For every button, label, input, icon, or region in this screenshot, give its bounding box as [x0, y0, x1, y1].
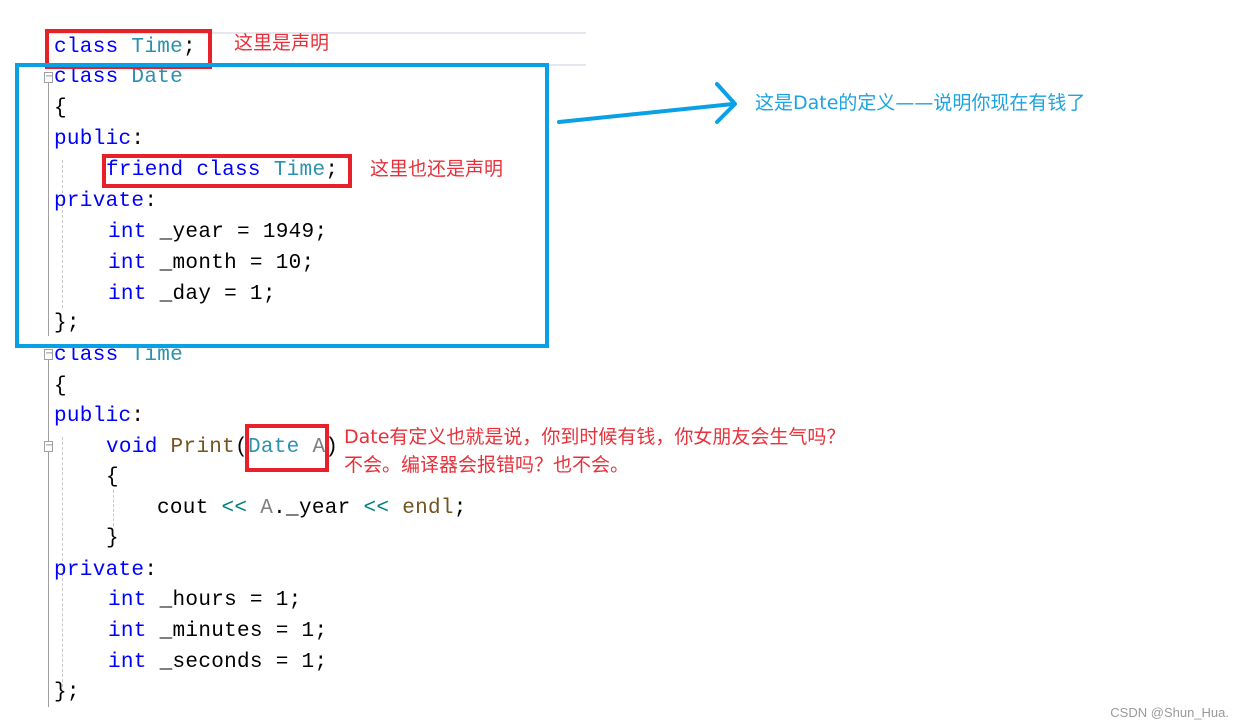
fold-toggle-icon[interactable]: − — [44, 441, 53, 452]
definition-highlight-box — [15, 63, 549, 348]
punct: }; — [54, 681, 80, 704]
keyword: private — [54, 559, 145, 582]
code-editor: − − − class Time; class Date { public: f… — [0, 0, 1243, 728]
keyword: int — [108, 620, 147, 643]
keyword: void — [106, 436, 158, 459]
indent-guide — [113, 490, 114, 526]
friend-declaration-note: 这里也还是声明 — [370, 158, 504, 180]
code-line: private: — [54, 555, 157, 586]
code-line: int _seconds = 1; — [108, 647, 327, 678]
code-line: { — [106, 462, 119, 493]
code-line: { — [54, 371, 67, 402]
member-decl: _seconds = 1; — [146, 651, 328, 674]
watermark: CSDN @Shun_Hua. — [1110, 705, 1229, 720]
member-decl: _minutes = 1; — [146, 620, 328, 643]
usage-note-line1: Date有定义也就是说，你到时候有钱，你女朋友会生气吗？ — [344, 426, 846, 448]
code-line: public: — [54, 401, 144, 432]
code-line: cout << A._year << endl; — [157, 493, 467, 524]
punct: { — [106, 466, 119, 489]
outline-gutter — [48, 355, 49, 707]
param-highlight-box — [245, 424, 329, 472]
operator: << — [363, 497, 390, 520]
friend-highlight-box — [102, 154, 352, 188]
code-line: } — [106, 523, 119, 554]
punct: { — [54, 375, 67, 398]
operator: << — [221, 497, 248, 520]
code-line: }; — [54, 677, 80, 708]
identifier: endl — [402, 497, 454, 520]
punct: : — [131, 405, 145, 428]
param-name: A — [260, 497, 274, 520]
punct: } — [106, 527, 119, 550]
keyword: int — [108, 589, 147, 612]
keyword: public — [54, 405, 132, 428]
punct: : — [144, 559, 158, 582]
declaration-note: 这里是声明 — [234, 32, 330, 54]
function-name: Print — [170, 436, 236, 459]
member-access: ._year — [273, 497, 351, 520]
arrow-icon — [557, 82, 737, 124]
usage-note-line2: 不会。编译器会报错吗？也不会。 — [344, 454, 630, 476]
definition-note: 这是Date的定义——说明你现在有钱了 — [755, 92, 1086, 114]
fold-toggle-icon[interactable]: − — [44, 349, 53, 360]
identifier: cout — [157, 497, 209, 520]
punct: ; — [453, 497, 467, 520]
keyword: int — [108, 651, 147, 674]
member-decl: _hours = 1; — [146, 589, 302, 612]
code-line: int _hours = 1; — [108, 585, 302, 616]
code-line: int _minutes = 1; — [108, 616, 327, 647]
